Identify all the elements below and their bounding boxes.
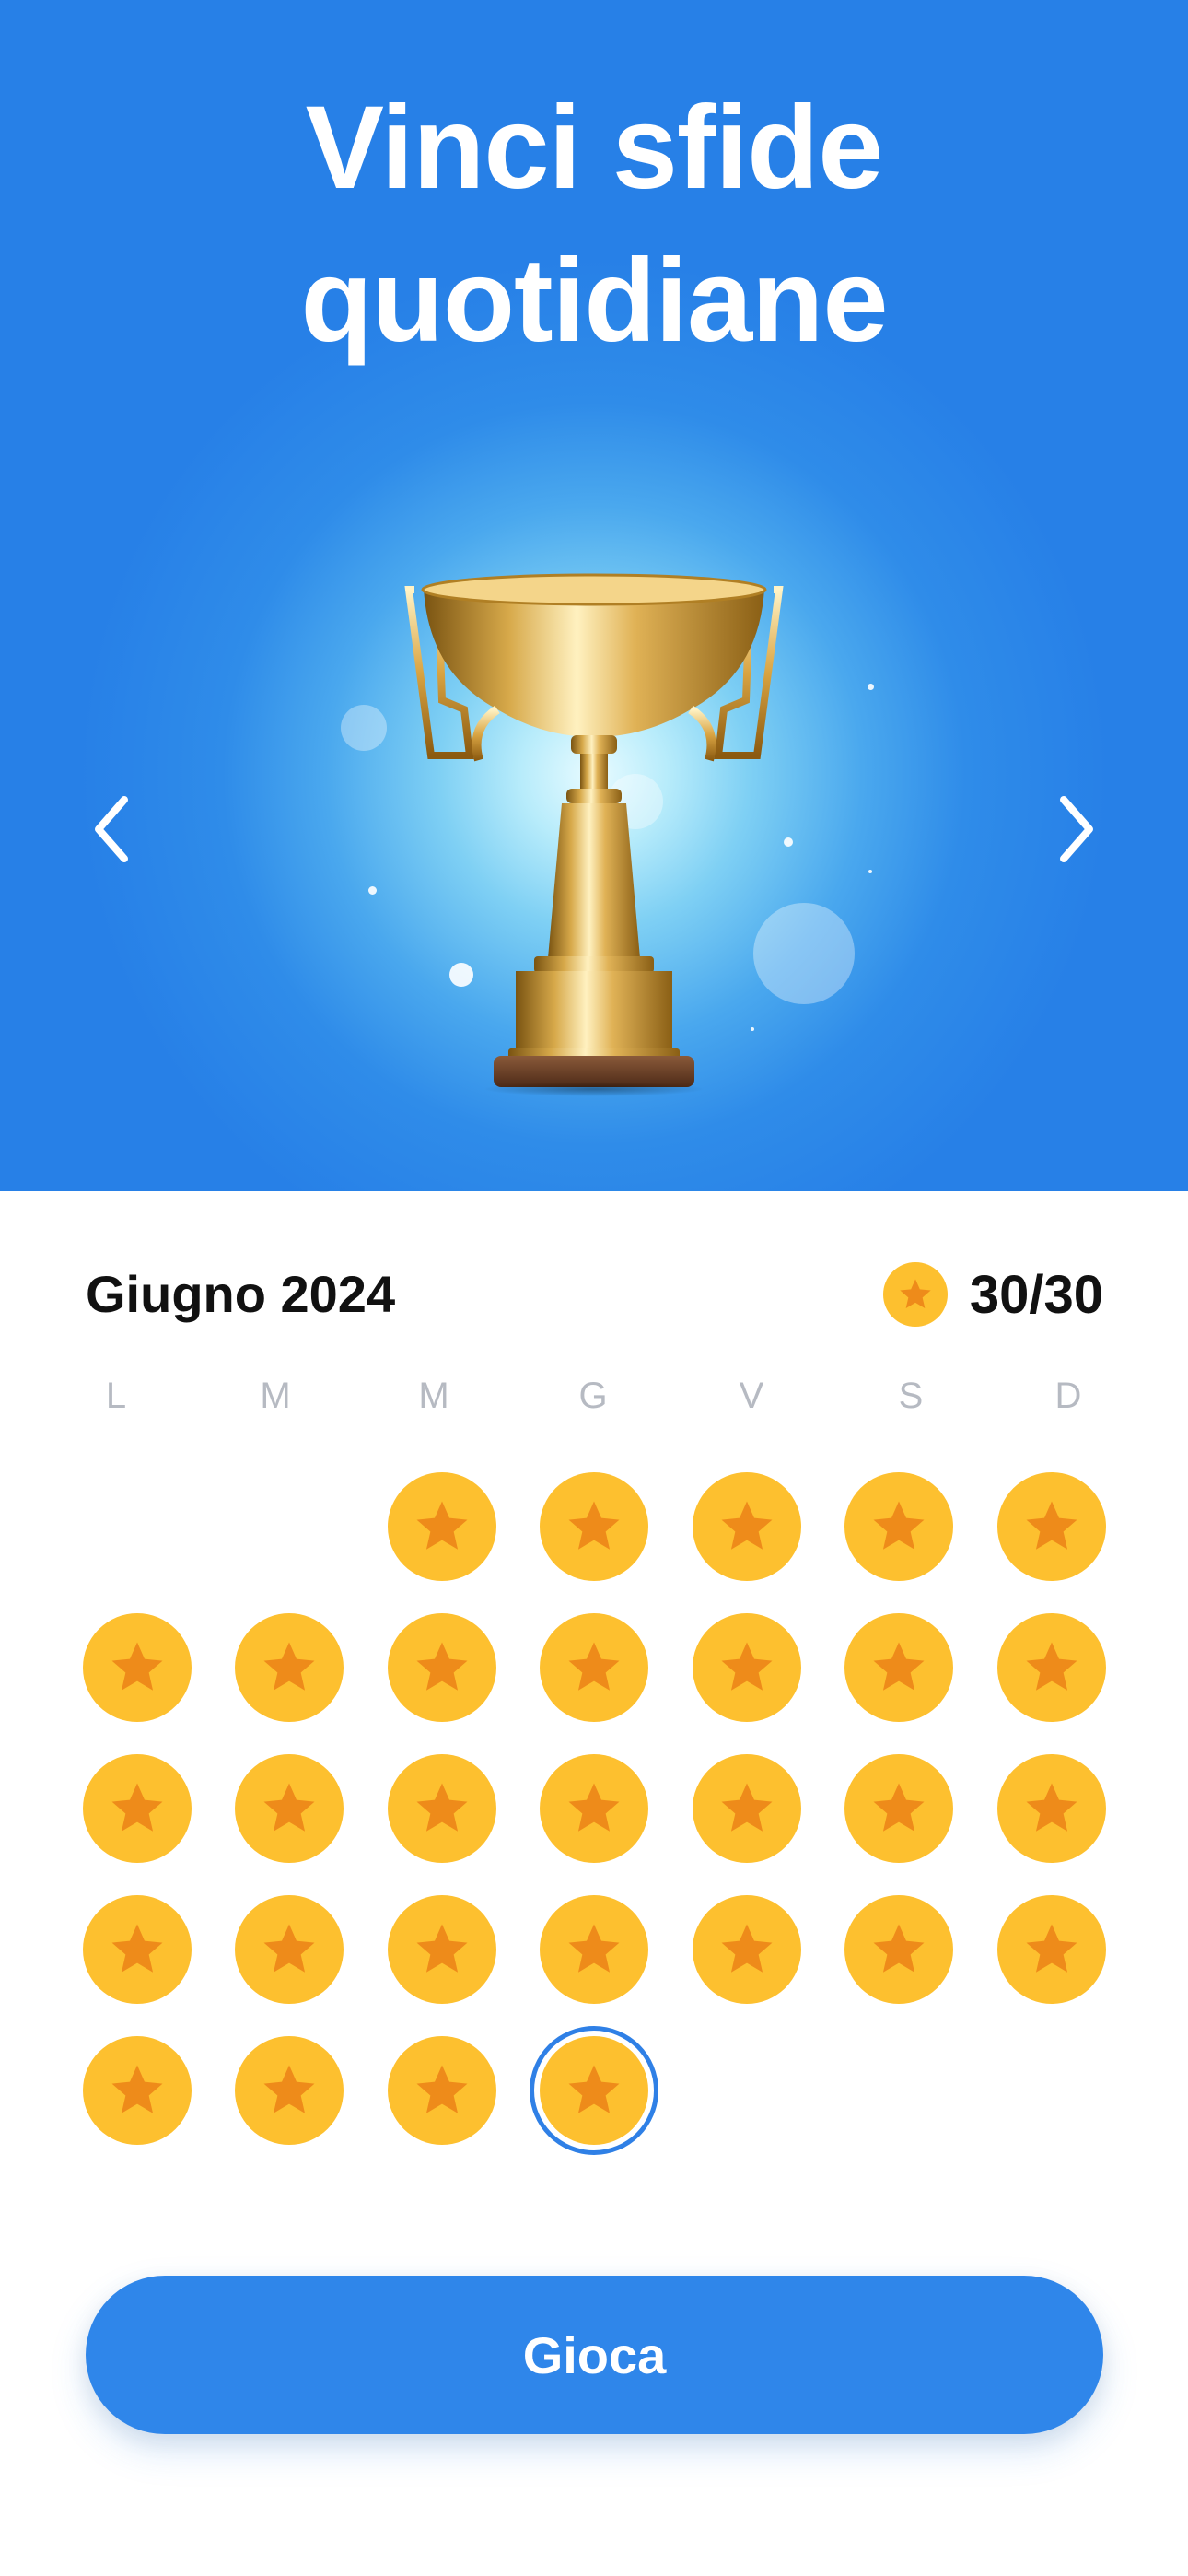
day-coin[interactable] bbox=[540, 1754, 648, 1863]
star-icon bbox=[873, 1642, 925, 1691]
score-value: 30/30 bbox=[969, 1264, 1103, 1325]
star-icon bbox=[900, 1279, 931, 1308]
weekday-label: S bbox=[898, 1376, 924, 1416]
star-icon bbox=[1026, 1501, 1077, 1550]
day-coin[interactable] bbox=[997, 1754, 1106, 1863]
hero-title-line2: quotidiane bbox=[300, 235, 888, 367]
weekday-row: L M M G V S D bbox=[0, 1368, 1188, 1423]
bokeh-light bbox=[341, 705, 387, 751]
day-coin[interactable] bbox=[997, 1472, 1106, 1581]
hero-banner: Vinci sfide quotidiane bbox=[0, 0, 1188, 1191]
star-icon bbox=[416, 1501, 468, 1550]
star-coin-icon bbox=[882, 1262, 948, 1327]
day-coin[interactable] bbox=[693, 1613, 801, 1722]
star-icon bbox=[721, 1783, 773, 1832]
month-label: Giugno 2024 bbox=[86, 1265, 396, 1323]
day-coin[interactable] bbox=[693, 1754, 801, 1863]
star-icon bbox=[111, 1924, 163, 1973]
star-icon bbox=[568, 1501, 620, 1550]
star-icon bbox=[721, 1642, 773, 1691]
star-icon bbox=[721, 1501, 773, 1550]
day-coin[interactable] bbox=[693, 1472, 801, 1581]
star-icon bbox=[568, 1642, 620, 1691]
star-icon bbox=[111, 2065, 163, 2113]
star-icon bbox=[873, 1501, 925, 1550]
sparkle bbox=[868, 870, 872, 873]
star-icon bbox=[263, 1924, 315, 1973]
chevron-left-icon bbox=[95, 796, 128, 862]
play-button-label: Gioca bbox=[522, 2325, 667, 2384]
star-icon bbox=[263, 1642, 315, 1691]
day-coin[interactable] bbox=[388, 1613, 496, 1722]
star-icon bbox=[1026, 1642, 1077, 1691]
calendar-header: Giugno 2024 30/30 bbox=[86, 1258, 1103, 1331]
day-coin[interactable] bbox=[997, 1895, 1106, 2004]
star-icon bbox=[568, 2065, 620, 2113]
day-coin-today[interactable] bbox=[540, 2036, 648, 2145]
day-coin[interactable] bbox=[388, 1895, 496, 2004]
day-coin[interactable] bbox=[388, 1754, 496, 1863]
star-icon bbox=[416, 2065, 468, 2113]
next-button[interactable] bbox=[1033, 788, 1116, 871]
day-coin[interactable] bbox=[997, 1613, 1106, 1722]
day-coin[interactable] bbox=[693, 1895, 801, 2004]
star-icon bbox=[416, 1642, 468, 1691]
star-icon bbox=[568, 1924, 620, 1973]
star-icon bbox=[416, 1783, 468, 1832]
day-coin[interactable] bbox=[540, 1895, 648, 2004]
sparkle bbox=[368, 886, 377, 895]
day-coin[interactable] bbox=[235, 2036, 344, 2145]
hero-title: Vinci sfide quotidiane bbox=[0, 72, 1188, 378]
weekday-label: M bbox=[418, 1376, 449, 1416]
star-icon bbox=[263, 1783, 315, 1832]
day-coin[interactable] bbox=[235, 1895, 344, 2004]
day-coin[interactable] bbox=[844, 1895, 953, 2004]
star-icon bbox=[111, 1783, 163, 1832]
day-coin[interactable] bbox=[844, 1754, 953, 1863]
day-coin[interactable] bbox=[540, 1613, 648, 1722]
star-icon bbox=[1026, 1783, 1077, 1832]
star-icon bbox=[111, 1642, 163, 1691]
day-coin[interactable] bbox=[388, 1472, 496, 1581]
day-coin[interactable] bbox=[540, 1472, 648, 1581]
day-coin[interactable] bbox=[844, 1613, 953, 1722]
weekday-label: D bbox=[1054, 1376, 1082, 1416]
chevron-right-icon bbox=[1060, 796, 1093, 862]
day-coin[interactable] bbox=[235, 1754, 344, 1863]
day-coin[interactable] bbox=[83, 1895, 192, 2004]
star-icon bbox=[873, 1783, 925, 1832]
day-coin[interactable] bbox=[83, 1754, 192, 1863]
prev-button[interactable] bbox=[72, 788, 155, 871]
day-coin[interactable] bbox=[388, 2036, 496, 2145]
weekday-label: V bbox=[739, 1376, 764, 1416]
star-icon bbox=[568, 1783, 620, 1832]
day-coin[interactable] bbox=[844, 1472, 953, 1581]
star-icon bbox=[873, 1924, 925, 1973]
sparkle bbox=[868, 684, 874, 690]
hero-title-line1: Vinci sfide bbox=[305, 82, 884, 214]
star-icon bbox=[263, 2065, 315, 2113]
score-counter: 30/30 bbox=[882, 1258, 1103, 1331]
weekday-label: L bbox=[105, 1376, 127, 1416]
weekday-label: M bbox=[260, 1376, 291, 1416]
star-icon bbox=[1026, 1924, 1077, 1973]
day-coin[interactable] bbox=[83, 1613, 192, 1722]
play-button[interactable]: Gioca bbox=[86, 2276, 1103, 2434]
daily-challenges-screen: Vinci sfide quotidiane Giugno 2024 30/30… bbox=[0, 0, 1188, 2576]
weekday-label: G bbox=[578, 1376, 608, 1416]
trophy-image bbox=[404, 573, 784, 1096]
day-coin[interactable] bbox=[235, 1613, 344, 1722]
star-icon bbox=[416, 1924, 468, 1973]
star-icon bbox=[721, 1924, 773, 1973]
day-coin[interactable] bbox=[83, 2036, 192, 2145]
